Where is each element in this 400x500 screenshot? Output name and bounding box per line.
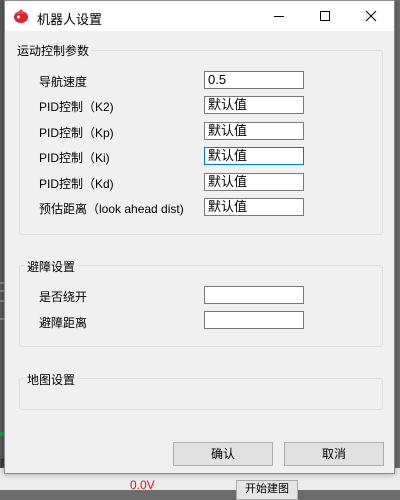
nav-speed-label: 导航速度 [39,75,88,89]
nav-speed-field[interactable]: 0.5 [204,71,304,89]
pid-k2-label: PID控制（K2) [39,100,114,114]
pid-kp-field[interactable]: 默认值 [204,122,304,140]
pid-kd-field[interactable]: 默认值 [204,173,304,191]
app-icon [14,9,28,23]
avoid-distance-field[interactable] [204,311,304,329]
window-title: 机器人设置 [37,12,103,27]
obstacle-avoidance-group [19,265,383,347]
maximize-button[interactable] [302,1,348,31]
avoid-distance-label: 避障距离 [39,316,88,330]
pid-ki-label: PID控制（Ki) [39,151,110,165]
cancel-button[interactable]: 取消 [284,442,384,466]
pid-kp-label: PID控制（Kp) [39,126,114,140]
confirm-button[interactable]: 确认 [173,442,273,466]
close-icon [365,10,377,22]
close-button[interactable] [348,1,394,31]
maximize-icon [320,11,330,21]
background-start-mapping-button[interactable]: 开始建图 [236,480,298,500]
pid-kd-label: PID控制（Kd) [39,177,114,191]
pid-ki-field[interactable]: 默认值 [204,147,304,165]
title-bar[interactable]: 机器人设置 [5,1,394,31]
obstacle-avoidance-group-label: 避障设置 [25,258,78,275]
settings-dialog: 机器人设置 运动控制参数 导航速度 0.5 PID控制（K2) 默认值 PID控… [4,0,395,474]
lookahead-dist-field[interactable]: 默认值 [204,198,304,216]
minimize-button[interactable] [256,1,302,31]
bypass-label: 是否绕开 [39,290,88,304]
map-settings-group-label: 地图设置 [25,371,78,388]
motion-control-group-label: 运动控制参数 [15,42,92,59]
lookahead-dist-label: 预估距离（look ahead dist) [39,202,184,216]
minimize-icon [274,16,284,17]
pid-k2-field[interactable]: 默认值 [204,96,304,114]
bypass-field[interactable] [204,286,304,304]
